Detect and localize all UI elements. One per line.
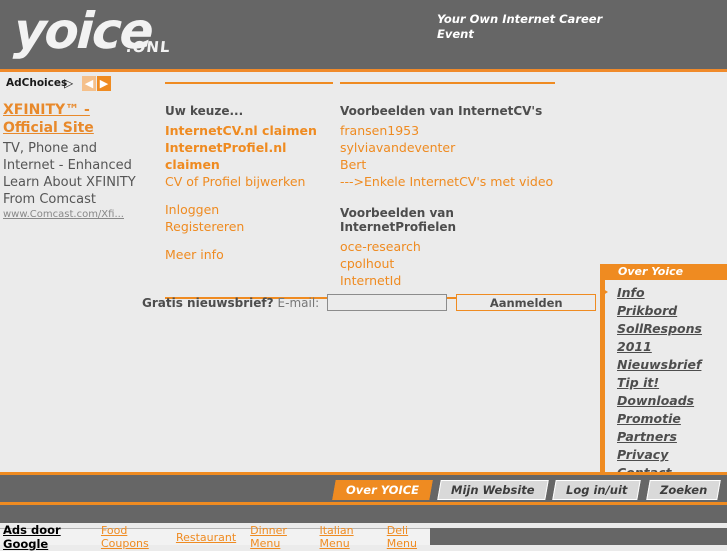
left-content-column: Uw keuze... InternetCV.nl claimen Intern… — [165, 84, 333, 289]
sidebar-item-downloads[interactable]: Downloads — [605, 392, 727, 410]
link-cv-bert[interactable]: Bert — [340, 156, 555, 173]
adchoices-row: AdChoices ▷ ◀ ▶ — [0, 75, 150, 93]
newsletter-signup: Gratis nieuwsbrief? E-mail: Aanmelden — [142, 294, 597, 311]
tab-zoeken-label: Zoeken — [659, 483, 707, 497]
link-internetprofiel-claimen[interactable]: InternetProfiel.nl claimen — [165, 139, 333, 173]
link-internetcv-claimen[interactable]: InternetCV.nl claimen — [165, 122, 333, 139]
ad-description: TV, Phone and Internet - Enhanced Learn … — [3, 141, 136, 207]
link-cv-met-video[interactable]: --->Enkele InternetCV's met video — [340, 173, 555, 190]
tab-zoeken[interactable]: Zoeken — [645, 480, 721, 500]
link-profiel-internetid[interactable]: InternetId — [340, 272, 555, 289]
ad-prev-arrow-icon[interactable]: ◀ — [82, 76, 96, 91]
header-tagline: Your Own Internet Career Event — [437, 12, 603, 41]
ads-bar-filler — [430, 528, 727, 545]
site-header: yoice .ONL Your Own Internet Career Even… — [0, 0, 727, 72]
link-cv-fransen1953[interactable]: fransen1953 — [340, 122, 555, 139]
link-cv-sylviavandeventer[interactable]: sylviavandeventer — [340, 139, 555, 156]
adchoices-label: AdChoices — [6, 77, 68, 89]
newsletter-email-label: E-mail: — [277, 295, 320, 310]
sidebar-item-privacy[interactable]: Privacy — [605, 446, 727, 464]
site-logo[interactable]: yoice .ONL — [12, 2, 194, 64]
sidebar-title: Over Yoice — [605, 264, 727, 280]
ad-link-deli-menu[interactable]: Deli Menu — [387, 524, 430, 550]
tab-log-in-uit-label: Log in/uit — [566, 483, 628, 497]
link-registereren[interactable]: Registereren — [165, 218, 333, 235]
over-yoice-sidebar: Over Yoice Info Prikbord SollRespons 201… — [600, 264, 727, 488]
tab-log-in-uit[interactable]: Log in/uit — [552, 480, 642, 500]
ad-headline-link[interactable]: XFINITY™ - Official Site — [3, 101, 133, 137]
left-column-heading: Uw keuze... — [165, 104, 244, 118]
sidebar-item-partners[interactable]: Partners — [605, 428, 727, 446]
link-profiel-cpolhout[interactable]: cpolhout — [340, 255, 555, 272]
tab-mijn-website[interactable]: Mijn Website — [436, 480, 549, 500]
heading-voorbeelden-profielen: Voorbeelden van InternetProfielen — [340, 206, 457, 234]
ad-display-url[interactable]: www.Comcast.com/Xfi... — [3, 209, 150, 220]
tab-mijn-website-label: Mijn Website — [450, 483, 535, 497]
sidebar-item-prikbord[interactable]: Prikbord — [605, 302, 727, 320]
ad-link-italian-menu[interactable]: Italian Menu — [320, 524, 373, 550]
ad-link-restaurant[interactable]: Restaurant — [176, 531, 236, 544]
right-content-column: Voorbeelden van InternetCV's fransen1953… — [340, 84, 555, 289]
sidebar-item-tip-it[interactable]: Tip it! — [605, 374, 727, 392]
google-ads-bar: Ads door Google Food Coupons Restaurant … — [0, 523, 430, 551]
footer-bar: Over YOICE Mijn Website Log in/uit Zoeke… — [0, 472, 727, 505]
sidebar-item-promotie[interactable]: Promotie — [605, 410, 727, 428]
sidebar-link-list: Info Prikbord SollRespons 2011 Nieuwsbri… — [600, 280, 727, 488]
ads-by-google-label: Ads door Google — [3, 523, 61, 551]
ad-next-arrow-icon[interactable]: ▶ — [97, 76, 111, 91]
sidebar-item-info[interactable]: Info — [605, 284, 727, 302]
link-inloggen[interactable]: Inloggen — [165, 201, 333, 218]
tab-over-yoice[interactable]: Over YOICE — [331, 480, 433, 500]
newsletter-email-input[interactable] — [327, 294, 448, 311]
logo-tld: .ONL — [125, 38, 172, 56]
link-profiel-oce-research[interactable]: oce-research — [340, 238, 555, 255]
link-meer-info[interactable]: Meer info — [165, 246, 333, 263]
sidebar-item-sollrespons[interactable]: SollRespons 2011 — [605, 320, 727, 356]
footer-tab-group: Over YOICE Mijn Website Log in/uit Zoeke… — [331, 480, 721, 500]
adchoices-triangle-icon[interactable]: ▷ — [64, 77, 73, 90]
main-content: Uw keuze... InternetCV.nl claimen Intern… — [165, 82, 555, 299]
newsletter-submit-button[interactable]: Aanmelden — [456, 294, 597, 311]
sidebar-item-nieuwsbrief[interactable]: Nieuwsbrief — [605, 356, 727, 374]
left-ad-block: AdChoices ▷ ◀ ▶ XFINITY™ - Official Site… — [0, 75, 150, 220]
ad-link-food-coupons[interactable]: Food Coupons — [101, 524, 162, 550]
active-arrow-icon — [600, 287, 608, 297]
tab-over-yoice-label: Over YOICE — [345, 483, 419, 497]
ad-link-dinner-menu[interactable]: Dinner Menu — [250, 524, 305, 550]
link-cv-profiel-bijwerken[interactable]: CV of Profiel bijwerken — [165, 173, 333, 190]
newsletter-question-label: Gratis nieuwsbrief? — [142, 295, 274, 310]
footer-lower-band — [0, 505, 727, 523]
heading-voorbeelden-cv: Voorbeelden van InternetCV's — [340, 104, 543, 118]
